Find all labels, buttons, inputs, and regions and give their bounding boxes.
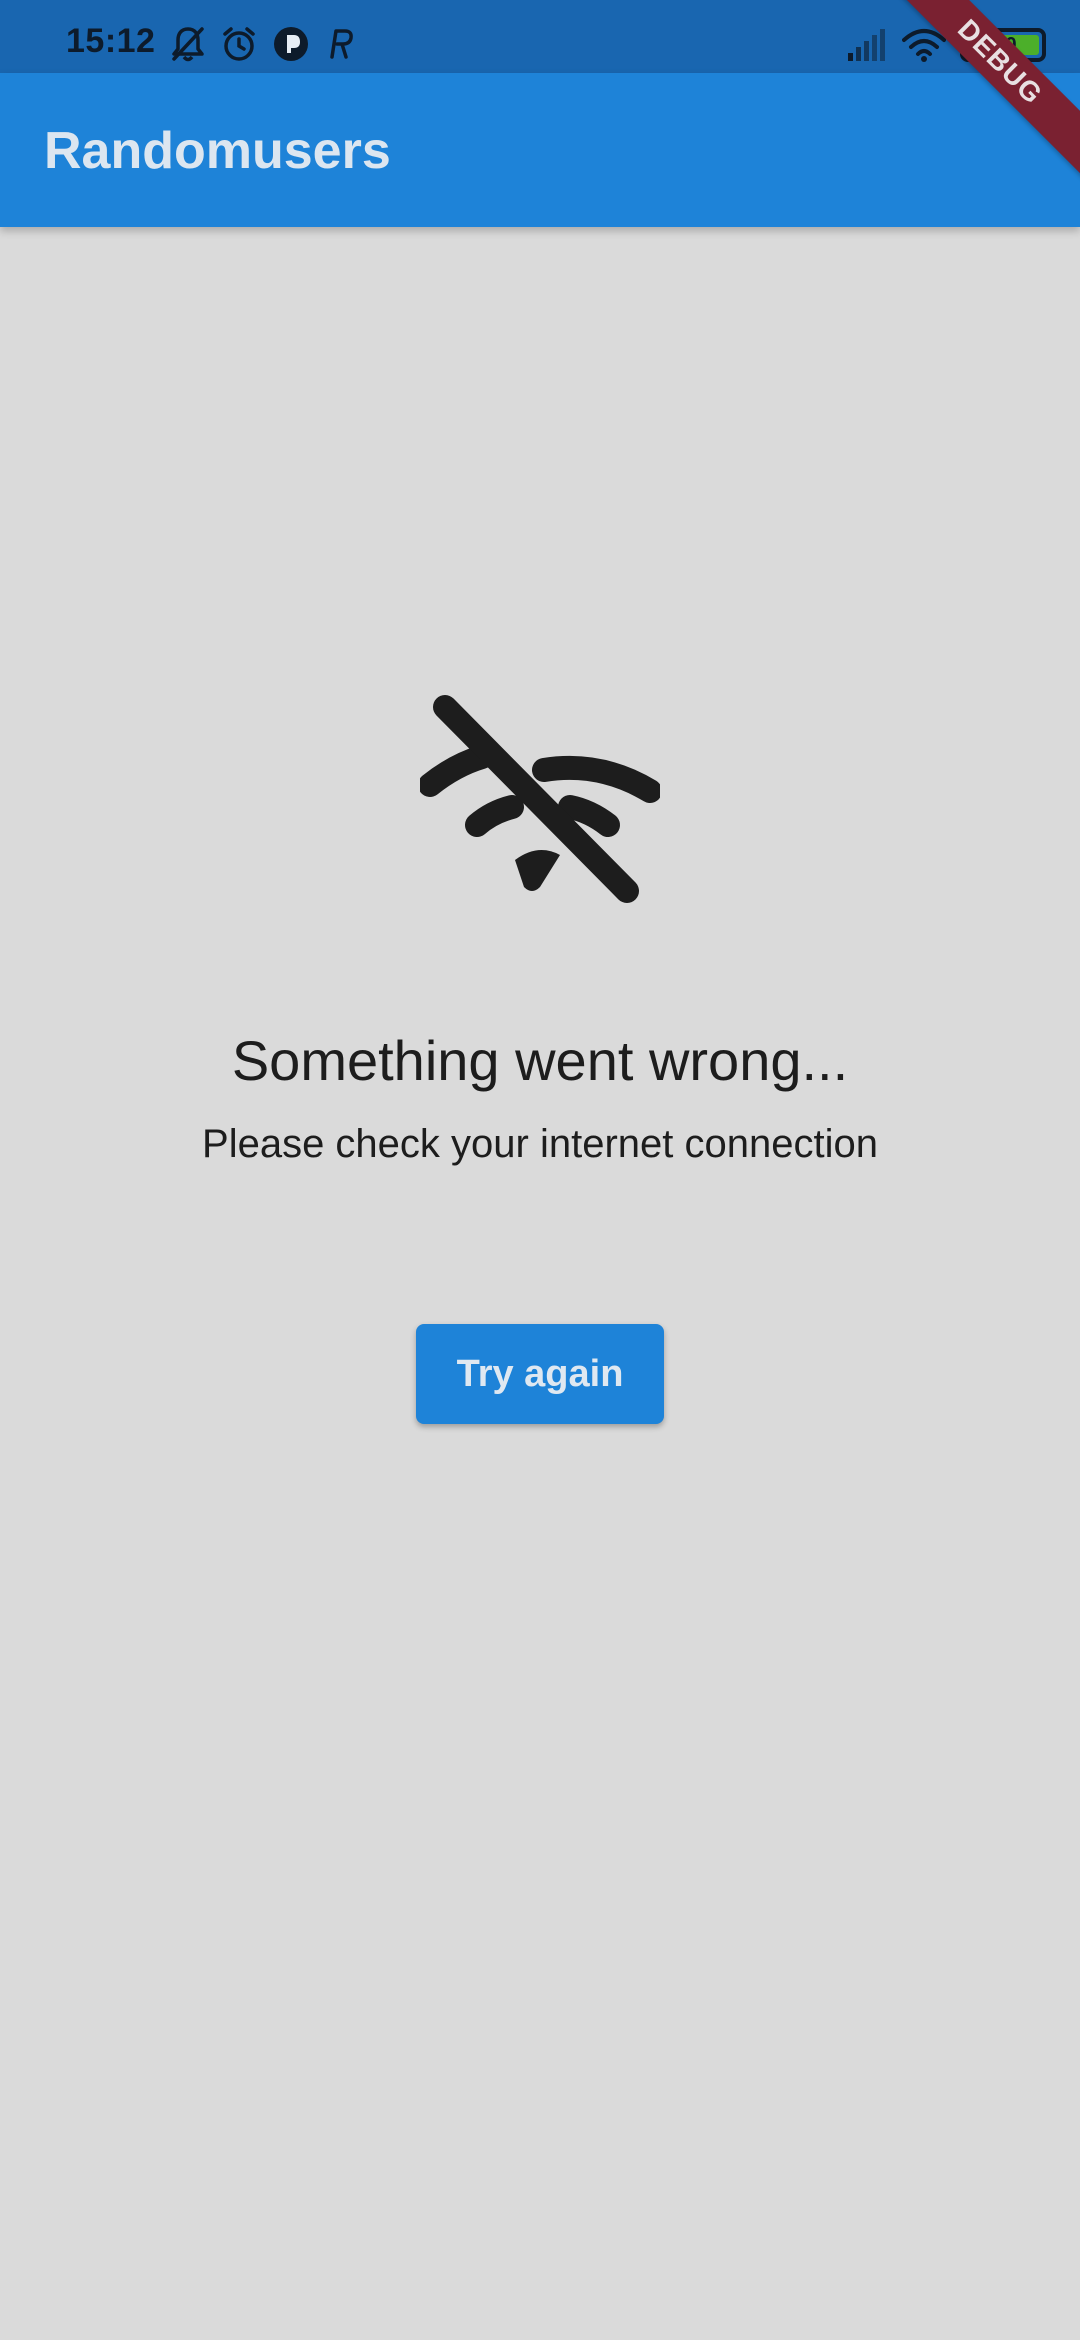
signal-icon bbox=[846, 29, 888, 61]
status-time: 15:12 bbox=[66, 22, 156, 60]
app-notification-icon bbox=[272, 25, 310, 63]
status-icons-left bbox=[170, 24, 356, 64]
try-again-button[interactable]: Try again bbox=[416, 1324, 664, 1424]
bell-off-icon bbox=[170, 25, 206, 63]
error-message: Please check your internet connection bbox=[202, 1122, 878, 1166]
r-notification-icon bbox=[324, 25, 356, 63]
app-bar: Randomusers bbox=[0, 73, 1080, 227]
wifi-off-icon bbox=[420, 695, 660, 903]
app-title: Randomusers bbox=[44, 122, 391, 180]
error-title: Something went wrong... bbox=[231, 1029, 849, 1092]
alarm-icon bbox=[220, 25, 258, 63]
